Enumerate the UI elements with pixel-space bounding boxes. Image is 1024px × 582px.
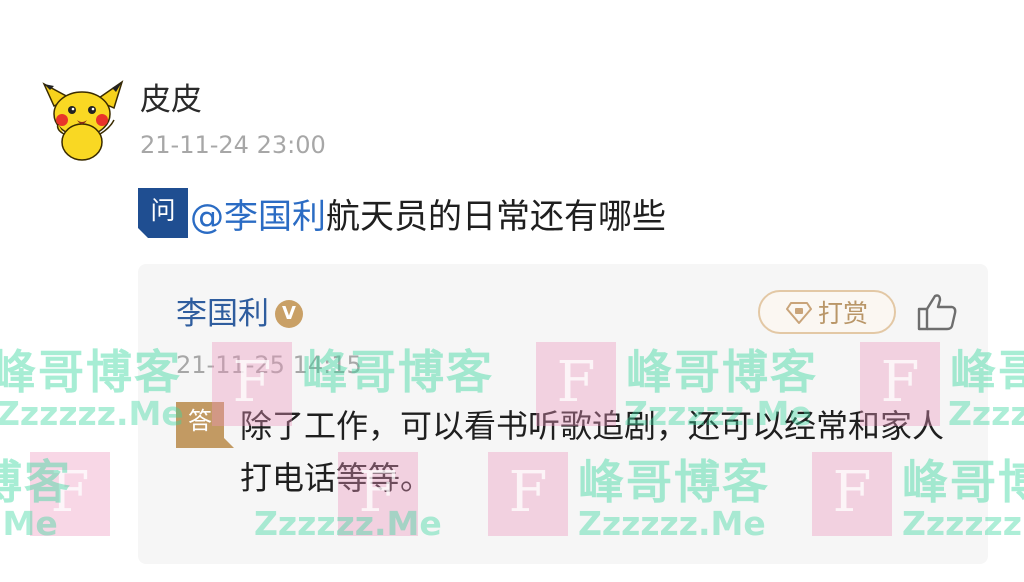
watermark-tile: F: [30, 452, 110, 536]
answer-badge-tail: [224, 438, 234, 448]
question-mention-link[interactable]: @李国利: [190, 189, 326, 238]
answer-badge-label: 答: [188, 407, 212, 435]
watermark-brand-cn: 峰哥博客: [0, 455, 72, 509]
answerer-row: 李国利 V: [176, 292, 303, 336]
question-badge-tail: [138, 228, 148, 238]
thumbs-up-icon[interactable]: [916, 292, 958, 332]
question-badge-label: 问: [150, 196, 176, 225]
watermark-brand-en: Zzzzzz.Me: [0, 504, 58, 543]
question-badge: 问: [138, 188, 188, 238]
asker-avatar[interactable]: [40, 76, 126, 162]
pikachu-avatar-icon: [42, 80, 124, 161]
answer-badge: 答: [176, 402, 234, 448]
question-text: 航天员的日常还有哪些: [326, 196, 666, 237]
answerer-name[interactable]: 李国利: [176, 292, 269, 336]
answer-card: 李国利 V 21-11-25 14:15 打赏 答 除了工作，可以看书听歌追剧，…: [138, 264, 988, 564]
answer-text: 除了工作，可以看书听歌追剧，还可以经常和家人打电话等等。: [240, 407, 945, 497]
question-row: 问 @李国利 航天员的日常还有哪些: [138, 186, 666, 240]
question-timestamp: 21-11-24 23:00: [140, 131, 326, 159]
answer-timestamp: 21-11-25 14:15: [176, 351, 362, 379]
answer-block: 答 除了工作，可以看书听歌追剧，还可以经常和家人打电话等等。: [176, 400, 966, 504]
gem-icon: [785, 302, 812, 324]
tip-button-label: 打赏: [817, 299, 868, 328]
asker-name[interactable]: 皮皮: [140, 78, 202, 122]
watermark-tile-letter: F: [50, 460, 90, 525]
verified-v-icon: V: [275, 300, 303, 328]
tip-button[interactable]: 打赏: [758, 290, 896, 334]
